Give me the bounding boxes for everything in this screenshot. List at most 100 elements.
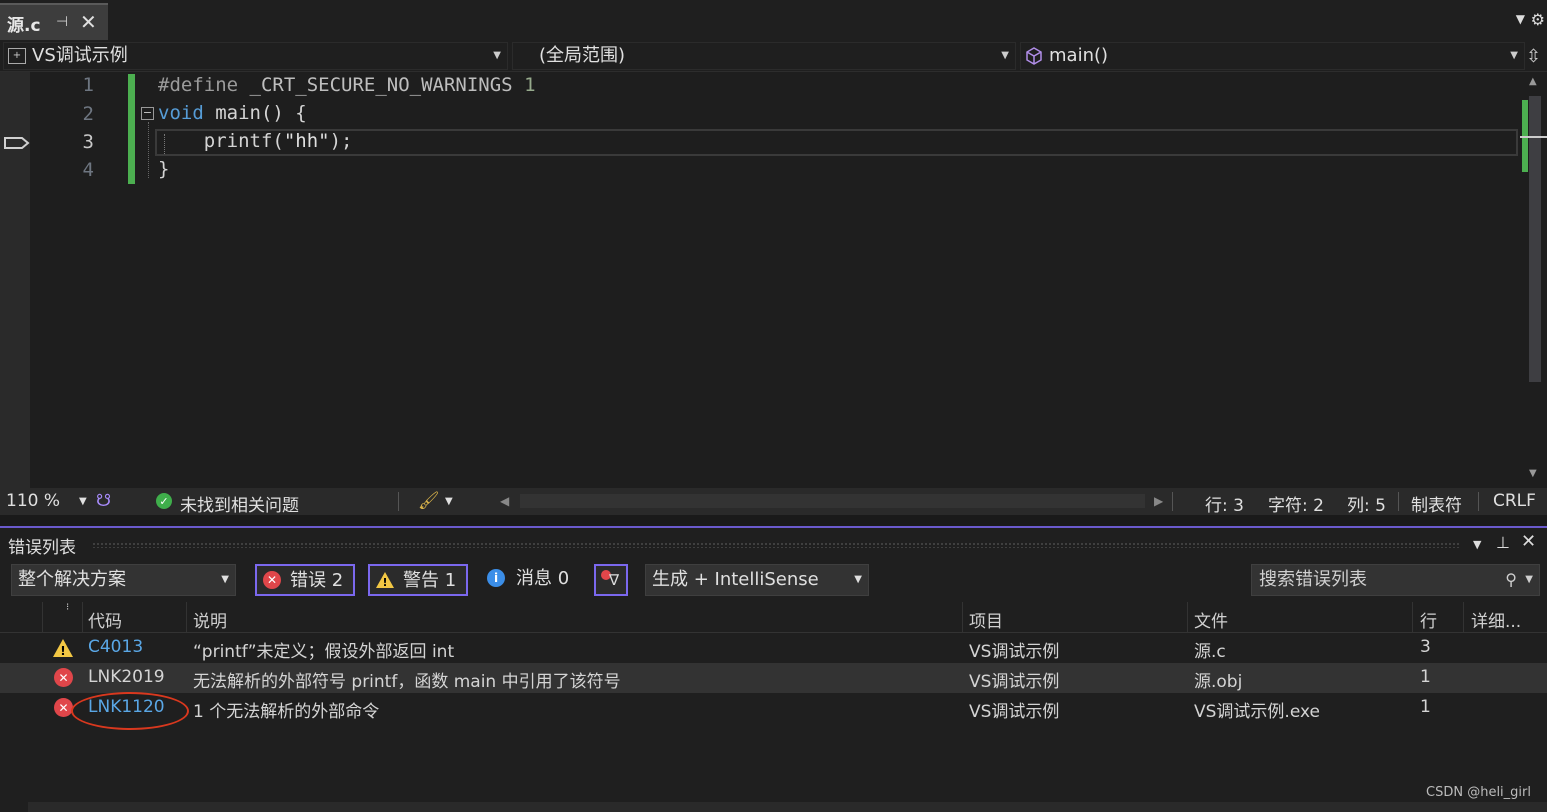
divider [1172, 492, 1173, 511]
scroll-right-icon[interactable]: ▶ [1154, 494, 1163, 508]
editor-status-bar: 110 % ▼ ☋ ✓ 未找到相关问题 🖌 ▼ ◀ ▶ 行: 3 字符: 2 列… [0, 488, 1547, 516]
error-file: VS调试示例.exe [1194, 702, 1320, 722]
horizontal-scrollbar[interactable] [28, 802, 1547, 812]
table-row[interactable]: ! C4013 “printf”未定义；假设外部返回 int VS调试示例 源.… [0, 633, 1547, 663]
chevron-down-icon[interactable]: ▼ [1525, 565, 1533, 595]
string-literal: "hh" [283, 130, 330, 152]
column-project[interactable]: 项目 [969, 607, 1003, 632]
pin-icon[interactable]: ⊣ [56, 14, 68, 30]
error-file: 源.obj [1194, 672, 1243, 692]
watermark: CSDN @heli_girl [1426, 785, 1531, 800]
scroll-up-icon[interactable]: ▲ [1529, 76, 1537, 87]
error-code[interactable]: LNK2019 [88, 667, 165, 687]
error-list-title-bar: 错误列表 ▼ ⊥ ✕ [0, 530, 1547, 558]
line-number: 2 [82, 103, 94, 125]
column-desc[interactable]: 说明 [193, 607, 227, 632]
project-name: VS调试示例 [32, 45, 128, 66]
function-dropdown[interactable]: main() ▼ [1020, 42, 1525, 70]
chevron-down-icon[interactable]: ▼ [445, 496, 453, 507]
sort-icon[interactable]: ⁝ [66, 602, 69, 613]
table-row[interactable]: ✕ LNK2019 无法解析的外部符号 printf，函数 main 中引用了该… [0, 663, 1547, 693]
error-project: VS调试示例 [969, 672, 1060, 692]
tab-source-c[interactable]: 源.c ⊣ ✕ [0, 3, 108, 40]
line-indicator[interactable]: 行: 3 [1205, 491, 1244, 516]
error-file: 源.c [1194, 642, 1226, 662]
error-code[interactable]: C4013 [88, 637, 143, 657]
issues-status[interactable]: 未找到相关问题 [180, 491, 299, 516]
column-divider [186, 602, 187, 633]
messages-filter-button[interactable]: i 消息 0 [481, 564, 581, 596]
code-text: printf( [158, 130, 284, 152]
errors-filter-button[interactable]: ✕ 错误 2 [255, 564, 355, 596]
scope-select-value: 整个解决方案 [18, 569, 126, 590]
warning-icon: ! [376, 572, 394, 589]
panel-splitter[interactable] [0, 515, 1547, 528]
function-name: main() [1049, 45, 1109, 66]
tabs-indicator[interactable]: 制表符 [1411, 491, 1462, 516]
svg-text:!: ! [60, 644, 65, 658]
source-select-value: 生成 + IntelliSense [652, 569, 819, 590]
column-file[interactable]: 文件 [1194, 607, 1228, 632]
scroll-left-icon[interactable]: ◀ [500, 494, 509, 508]
error-icon: ✕ [54, 668, 73, 687]
scope-dropdown[interactable]: (全局范围) ▼ [512, 42, 1016, 70]
code-line-1: #define _CRT_SECURE_NO_WARNINGS 1 [158, 74, 536, 96]
error-description: “printf”未定义；假设外部返回 int [193, 642, 455, 662]
warnings-label: 警告 1 [403, 570, 457, 591]
collapse-icon[interactable]: − [141, 107, 154, 120]
code-line-3: printf("hh"); [158, 130, 353, 152]
macro-value: 1 [512, 74, 536, 96]
char-indicator[interactable]: 字符: 2 [1268, 491, 1324, 516]
messages-label: 消息 0 [516, 568, 570, 589]
column-divider [1412, 602, 1413, 633]
scope-select[interactable]: 整个解决方案 ▼ [11, 564, 236, 596]
error-line: 1 [1420, 667, 1431, 687]
column-code[interactable]: 代码 [88, 607, 122, 632]
column-divider [1187, 602, 1188, 633]
code-line-2: void main() { [158, 102, 307, 124]
column-divider [962, 602, 963, 633]
zoom-level[interactable]: 110 % [6, 491, 60, 511]
column-detail[interactable]: 详细... [1471, 607, 1521, 632]
error-icon: ✕ [54, 698, 73, 717]
line-number: 3 [82, 131, 94, 153]
filter-button[interactable]: ∇ [594, 564, 628, 596]
indicator-margin[interactable] [0, 72, 30, 488]
split-icon[interactable]: ⇳ [1526, 46, 1541, 67]
panel-title: 错误列表 [8, 538, 76, 558]
search-icon[interactable]: ⚲ [1505, 565, 1517, 595]
svg-text:!: ! [382, 576, 387, 589]
close-icon[interactable]: ✕ [80, 10, 97, 34]
column-line[interactable]: 行 [1420, 607, 1437, 632]
divider [1478, 492, 1479, 511]
intellicode-icon[interactable]: ☋ [96, 491, 111, 511]
error-icon: ✕ [263, 571, 281, 589]
close-icon[interactable]: ✕ [1521, 531, 1536, 552]
horizontal-scrollbar[interactable] [520, 494, 1145, 508]
errors-label: 错误 2 [290, 570, 344, 591]
search-input[interactable]: 搜索错误列表 ⚲ ▼ [1251, 564, 1540, 596]
code-text: } [158, 158, 170, 180]
chevron-down-icon[interactable]: ▼ [1473, 538, 1481, 551]
tab-dropdown-icon[interactable]: ▼ [1516, 12, 1525, 26]
indent-guide [148, 122, 149, 178]
annotation-circle [71, 692, 189, 730]
scope-name: (全局范围) [539, 45, 626, 66]
broom-icon[interactable]: 🖌 [418, 491, 440, 511]
table-row[interactable]: ✕ LNK1120 1 个无法解析的外部命令 VS调试示例 VS调试示例.exe… [0, 693, 1547, 723]
col-indicator[interactable]: 列: 5 [1347, 491, 1386, 516]
chevron-down-icon: ▼ [854, 574, 862, 585]
column-divider [42, 602, 43, 633]
scrollbar-thumb[interactable] [1529, 96, 1541, 382]
eol-indicator[interactable]: CRLF [1493, 491, 1536, 511]
warnings-filter-button[interactable]: ! 警告 1 [368, 564, 468, 596]
info-icon: i [487, 569, 505, 587]
source-select[interactable]: 生成 + IntelliSense ▼ [645, 564, 869, 596]
chevron-down-icon[interactable]: ▼ [79, 496, 87, 507]
gear-icon[interactable]: ⚙ [1531, 10, 1545, 29]
scroll-down-icon[interactable]: ▼ [1529, 468, 1537, 479]
project-dropdown[interactable]: + VS调试示例 ▼ [3, 42, 508, 70]
cube-icon [1026, 47, 1042, 65]
grip[interactable] [92, 542, 1460, 548]
pin-icon[interactable]: ⊥ [1496, 533, 1510, 552]
